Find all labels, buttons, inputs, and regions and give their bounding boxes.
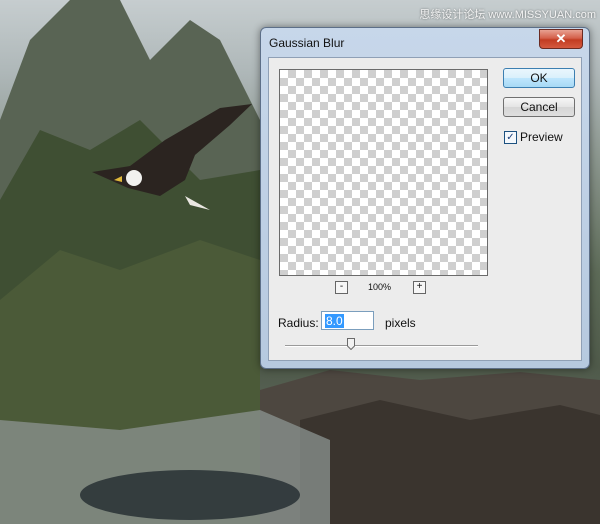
zoom-out-button[interactable]: - — [335, 281, 348, 294]
preview-label: Preview — [520, 130, 563, 144]
radius-slider[interactable] — [285, 345, 478, 347]
zoom-out-icon: - — [339, 281, 344, 292]
slider-thumb-icon[interactable] — [347, 338, 355, 350]
close-icon: ✕ — [555, 31, 567, 46]
dialog-titlebar[interactable]: Gaussian Blur ✕ — [261, 28, 589, 56]
radius-input[interactable]: 8.0 — [321, 311, 374, 330]
radius-units-label: pixels — [385, 316, 416, 330]
preview-checkbox[interactable]: ✓ — [504, 131, 517, 144]
radius-label: Radius: — [278, 316, 319, 330]
zoom-in-icon: + — [416, 281, 423, 292]
gaussian-blur-dialog: Gaussian Blur ✕ - 100% + OK Cancel ✓ Pre… — [260, 27, 590, 369]
radius-value: 8.0 — [325, 314, 344, 328]
dialog-body: - 100% + OK Cancel ✓ Preview Radius: 8.0… — [268, 57, 582, 361]
preview-canvas[interactable] — [279, 69, 488, 276]
zoom-level: 100% — [368, 282, 392, 292]
ok-button[interactable]: OK — [503, 68, 575, 88]
zoom-in-button[interactable]: + — [413, 281, 426, 294]
checkmark-icon: ✓ — [506, 132, 515, 143]
cancel-button[interactable]: Cancel — [503, 97, 575, 117]
close-button[interactable]: ✕ — [539, 29, 583, 49]
watermark-text: 思缘设计论坛 www.MISSYUAN.com — [419, 9, 596, 21]
dialog-title: Gaussian Blur — [269, 36, 345, 50]
